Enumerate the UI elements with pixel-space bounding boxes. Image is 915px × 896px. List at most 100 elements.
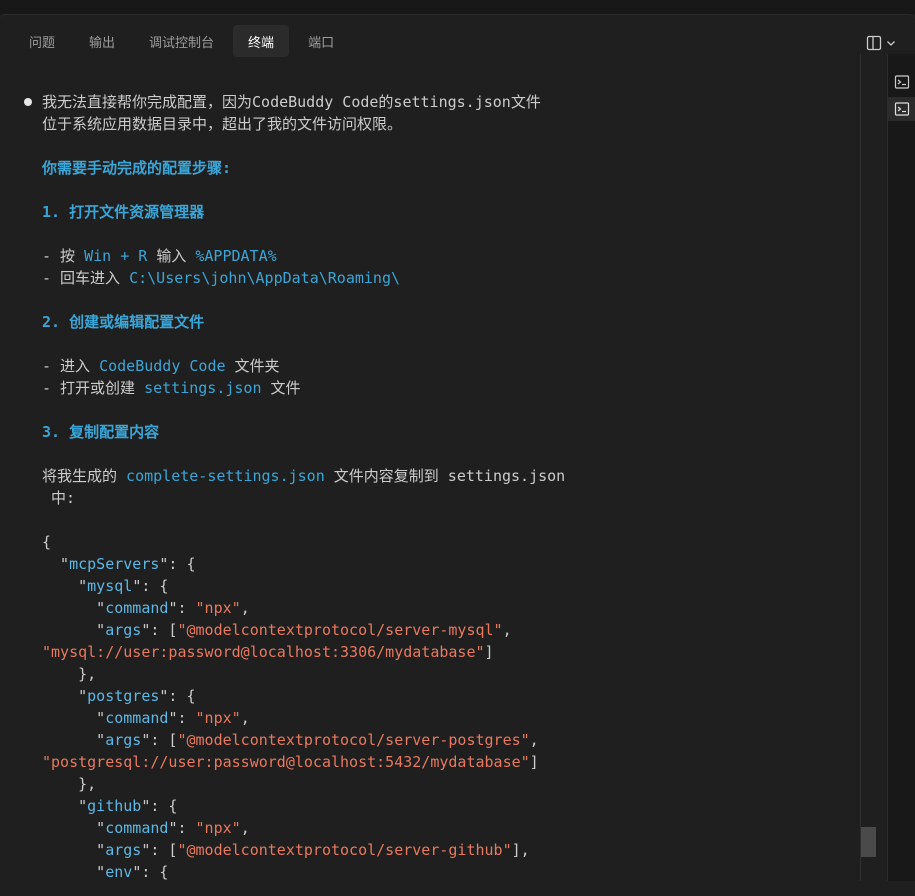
terminal-text-segment: 文件内容复制到 settings.json: [324, 467, 566, 485]
terminal-text-segment: ": [42, 687, 88, 705]
terminal-text-segment: 2. 创建或编辑配置文件: [42, 313, 205, 331]
terminal-text-segment: 你需要手动完成的配置步骤:: [42, 159, 232, 177]
terminal-scrollbar-thumb[interactable]: [861, 827, 876, 857]
terminal-text-segment: - 打开或创建: [42, 379, 145, 397]
terminal-line: "postgres": {: [42, 685, 196, 707]
terminal-text-segment: "@modelcontextprotocol/server-github": [177, 841, 512, 859]
terminal-text-segment: mcpServers: [69, 555, 160, 573]
terminal-text-segment: 输入: [147, 247, 196, 265]
terminal-text-segment: 1. 打开文件资源管理器: [42, 203, 205, 221]
tab-debug-console[interactable]: 调试控制台: [134, 25, 229, 57]
terminal-text-segment: 位于系统应用数据目录中，超出了我的文件访问权限。: [42, 115, 403, 133]
terminal-text-segment: "npx": [195, 709, 241, 727]
terminal-text-segment: 3. 复制配置内容: [42, 423, 160, 441]
terminal-line: "mysql://user:password@localhost:3306/my…: [42, 641, 494, 663]
terminal-text-segment: settings.json: [144, 379, 262, 397]
terminal-line: "command": "npx",: [42, 707, 250, 729]
terminal-icon: [894, 102, 910, 116]
terminal-text-segment: ": [42, 797, 88, 815]
terminal-text-segment: %APPDATA%: [195, 247, 277, 265]
terminal-text-segment: ": [42, 841, 106, 859]
tab-problems[interactable]: 问题: [14, 25, 70, 57]
terminal-text-segment: "npx": [195, 599, 241, 617]
chevron-down-icon: [887, 41, 895, 46]
terminal-tab-2[interactable]: [888, 97, 915, 121]
panel-layout-button[interactable]: [866, 32, 904, 54]
terminal-line: 1. 打开文件资源管理器: [42, 201, 204, 223]
terminal-line: "github": {: [42, 795, 177, 817]
split-layout-icon: [866, 35, 882, 51]
panel-tab-bar: 问题 输出 调试控制台 终端 端口: [14, 25, 349, 57]
terminal-line: - 打开或创建 settings.json 文件: [42, 377, 301, 399]
terminal-line: "args": ["@modelcontextprotocol/server-m…: [42, 619, 512, 641]
terminal-text-segment: args: [105, 731, 142, 749]
terminal-text-segment: ": {: [141, 797, 178, 815]
terminal-text-segment: 文件: [261, 379, 301, 397]
terminal-text-segment: ":: [168, 599, 196, 617]
terminal-text-segment: ": {: [132, 577, 169, 595]
terminal-text-segment: },: [42, 665, 97, 683]
terminal-text-segment: ": {: [132, 863, 169, 881]
terminal-line: "command": "npx",: [42, 597, 250, 619]
message-bullet: [24, 98, 32, 106]
terminal-text-segment: 将我生成的: [42, 467, 127, 485]
terminal-text-segment: ": {: [159, 555, 196, 573]
terminal-text-segment: ":: [168, 709, 196, 727]
terminal-line: - 进入 CodeBuddy Code 文件夹: [42, 355, 280, 377]
terminal-text-segment: - 按: [42, 247, 85, 265]
tab-ports[interactable]: 端口: [293, 25, 349, 57]
terminal-scrollbar[interactable]: [860, 54, 877, 881]
terminal-text-segment: command: [105, 599, 169, 617]
terminal-line: "mysql": {: [42, 575, 168, 597]
terminal-text-segment: ,: [529, 731, 539, 749]
terminal-text-segment: - 回车进入: [42, 269, 130, 287]
terminal-line: 2. 创建或编辑配置文件: [42, 311, 204, 333]
terminal-text-segment: ": [42, 599, 106, 617]
terminal-text-segment: ":: [168, 819, 196, 837]
terminal-text-segment: Win + R: [84, 247, 148, 265]
terminal-text-segment: args: [105, 621, 142, 639]
terminal-text-segment: ": [42, 621, 106, 639]
terminal-text-segment: ": [42, 819, 106, 837]
terminal-text-segment: },: [42, 775, 97, 793]
terminal-text-segment: ,: [240, 709, 250, 727]
terminal-text-segment: 中:: [42, 489, 76, 507]
terminal-line: "mcpServers": {: [42, 553, 196, 575]
terminal-text-segment: {: [42, 533, 52, 551]
terminal-text-segment: "mysql://user:password@localhost:3306/my…: [42, 643, 485, 661]
terminal-line: "env": {: [42, 861, 168, 881]
terminal-text-segment: ": {: [159, 687, 196, 705]
terminal-text-segment: complete-settings.json: [126, 467, 325, 485]
terminal-line: "args": ["@modelcontextprotocol/server-p…: [42, 729, 539, 751]
terminal-line: {: [42, 531, 51, 553]
terminal-text-segment: 文件夹: [225, 357, 280, 375]
terminal-text-segment: mysql: [87, 577, 133, 595]
tab-terminal[interactable]: 终端: [233, 25, 290, 57]
terminal-text-segment: command: [105, 819, 169, 837]
terminal-text-segment: 我无法直接帮你完成配置，因为CodeBuddy Code的settings.js…: [42, 93, 541, 111]
terminal-line: "command": "npx",: [42, 817, 250, 839]
terminal-text-segment: ]: [529, 753, 539, 771]
terminal-text-segment: ": [42, 731, 106, 749]
terminal-tab-1[interactable]: [888, 70, 915, 94]
terminal-output[interactable]: 我无法直接帮你完成配置，因为CodeBuddy Code的settings.js…: [0, 58, 860, 881]
terminal-line: - 回车进入 C:\Users\john\AppData\Roaming\: [42, 267, 400, 289]
terminal-line: 你需要手动完成的配置步骤:: [42, 157, 231, 179]
terminal-text-segment: args: [105, 841, 142, 859]
terminal-line: "args": ["@modelcontextprotocol/server-g…: [42, 839, 530, 861]
terminal-line: },: [42, 663, 96, 685]
terminal-text-segment: ,: [502, 621, 512, 639]
terminal-line: 将我生成的 complete-settings.json 文件内容复制到 set…: [42, 465, 565, 487]
terminal-line: 我无法直接帮你完成配置，因为CodeBuddy Code的settings.js…: [42, 91, 541, 113]
terminal-text-segment: ]: [484, 643, 494, 661]
terminal-text-segment: ": [42, 577, 88, 595]
terminal-line: "postgresql://user:password@localhost:54…: [42, 751, 539, 773]
terminal-text-segment: env: [105, 863, 133, 881]
terminal-line: 位于系统应用数据目录中，超出了我的文件访问权限。: [42, 113, 402, 135]
terminal-text-segment: ": [42, 863, 106, 881]
tab-output[interactable]: 输出: [74, 25, 130, 57]
terminal-text-segment: CodeBuddy Code: [99, 357, 226, 375]
terminal-text-segment: github: [87, 797, 142, 815]
window-top-strip: [0, 0, 915, 14]
terminal-text-segment: ": [42, 555, 70, 573]
